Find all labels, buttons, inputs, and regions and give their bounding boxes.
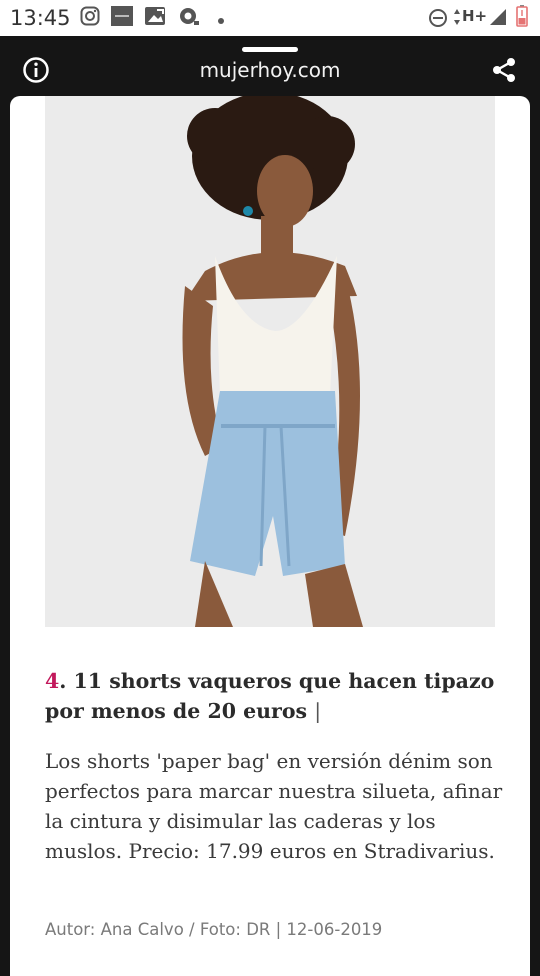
app-thumbnail-icon <box>111 6 133 31</box>
drag-handle[interactable] <box>242 47 298 52</box>
product-photo-denim-shorts[interactable] <box>45 96 495 627</box>
article-headline[interactable]: 4. 11 shorts vaqueros que hacen tipazo p… <box>45 666 500 726</box>
share-icon[interactable] <box>490 56 518 84</box>
headline-text: . 11 shorts vaqueros que hacen tipazo po… <box>45 669 495 723</box>
do-not-disturb-icon <box>428 8 448 33</box>
page-domain: mujerhoy.com <box>199 58 341 82</box>
data-arrows-icon <box>453 8 461 31</box>
article-body: Los shorts 'paper bag' en versión dénim … <box>45 749 503 863</box>
battery-low-icon <box>516 5 528 32</box>
article-card: 4. 11 shorts vaqueros que hacen tipazo p… <box>10 96 530 976</box>
signal-icon <box>489 8 507 31</box>
headline-number: 4 <box>45 669 60 693</box>
status-bar: 13:45 H+ <box>0 0 540 36</box>
network-type: H+ <box>462 7 488 25</box>
image-icon <box>144 6 166 31</box>
status-time: 13:45 <box>10 6 71 30</box>
assistant-icon <box>178 6 200 31</box>
article-byline: Autor: Ana Calvo / Foto: DR | 12-06-2019 <box>45 920 383 939</box>
headline-separator: | <box>314 699 322 723</box>
notification-dot-icon <box>217 12 225 30</box>
browser-toolbar: mujerhoy.com <box>0 36 540 98</box>
instagram-icon <box>80 6 100 31</box>
